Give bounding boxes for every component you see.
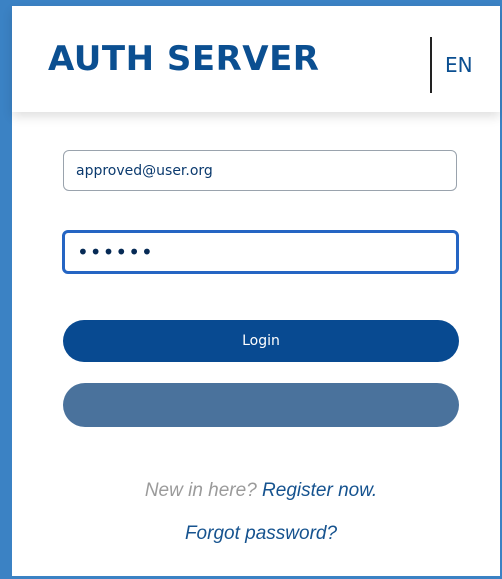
header-divider: [430, 37, 432, 93]
brand-title: AUTH SERVER: [48, 39, 320, 79]
register-link[interactable]: Register now.: [262, 480, 377, 501]
register-line: New in here? Register now.: [0, 481, 502, 500]
language-selector[interactable]: EN: [445, 55, 473, 75]
login-button[interactable]: Login: [63, 320, 459, 362]
password-field[interactable]: [62, 230, 459, 274]
header: AUTH SERVER EN: [12, 6, 500, 112]
forgot-password-link[interactable]: Forgot password?: [185, 523, 337, 544]
forgot-line: Forgot password?: [0, 524, 502, 543]
email-field[interactable]: [63, 150, 457, 191]
register-prompt: New in here?: [144, 480, 257, 501]
secondary-button[interactable]: [63, 383, 459, 427]
